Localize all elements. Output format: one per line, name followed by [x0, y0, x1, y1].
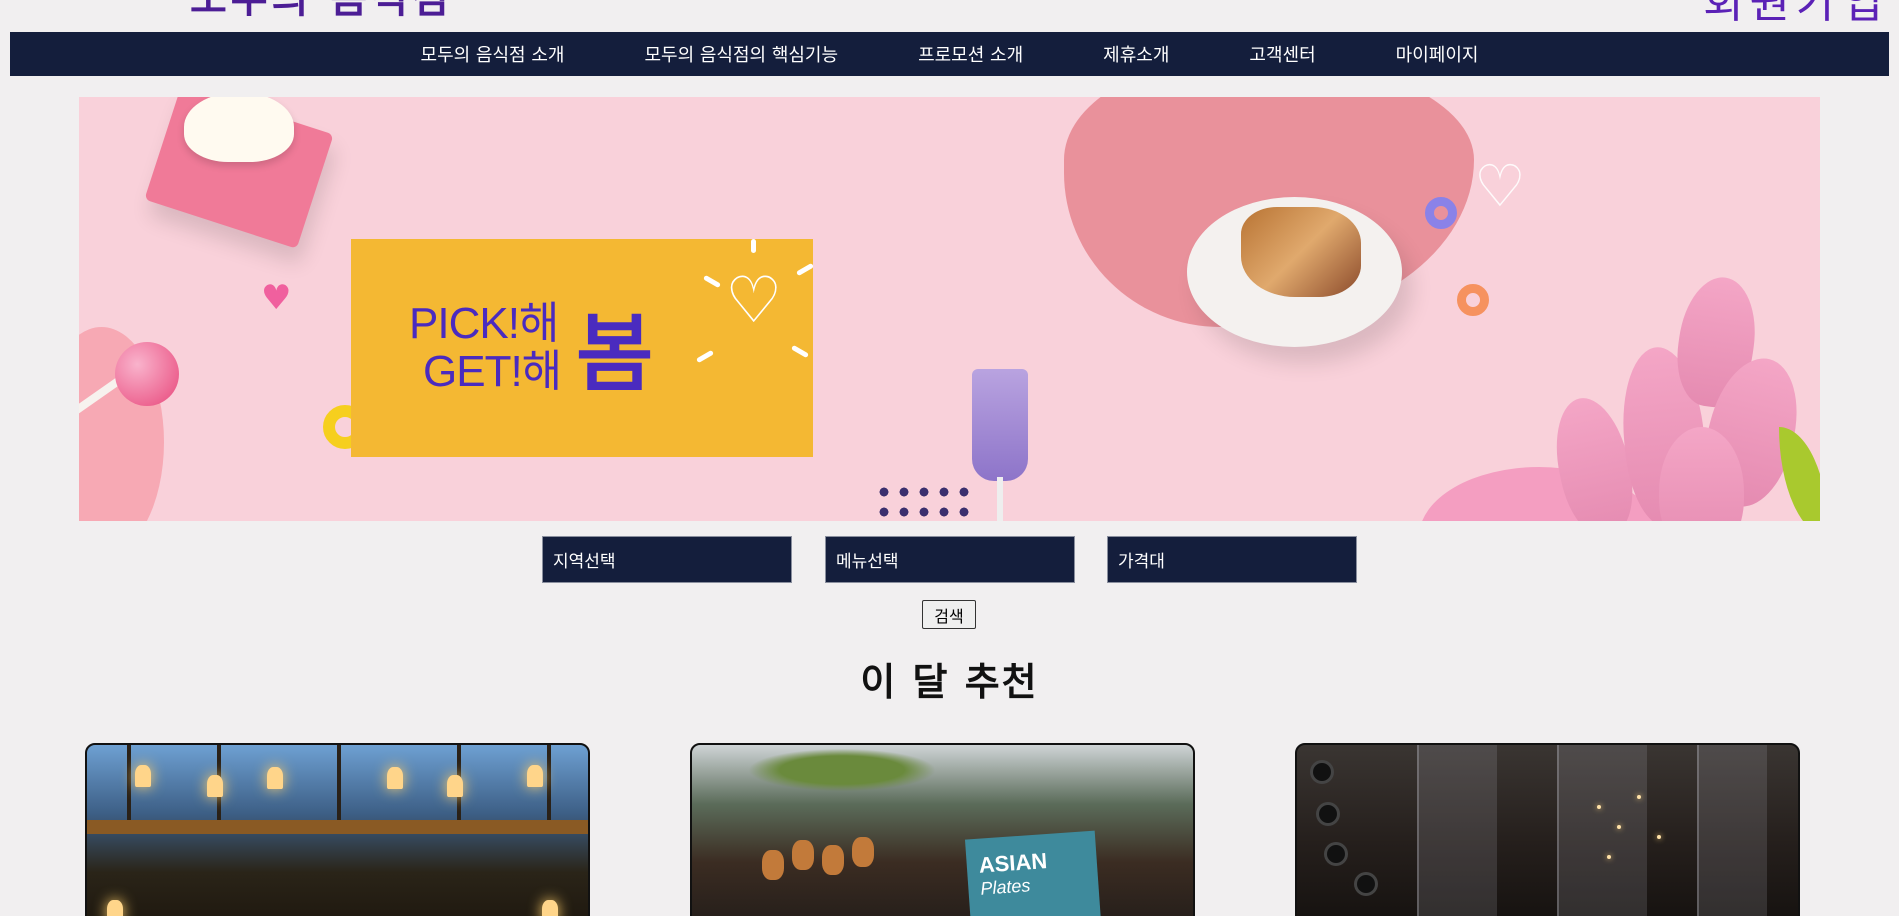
glass-panel: [1557, 745, 1647, 916]
search-button[interactable]: 검색: [922, 600, 976, 629]
nav-item-customer-center[interactable]: 고객센터: [1249, 41, 1315, 67]
main-navbar: 모두의 음식점 소개 모두의 음식점의 핵심기능 프로모션 소개 제휴소개 고객…: [10, 32, 1889, 76]
light-dot: [1597, 805, 1601, 809]
top-header: 모두의 음식점 회원가입: [0, 0, 1899, 28]
site-logo[interactable]: 모두의 음식점: [190, 0, 453, 24]
lamp-image: [542, 900, 558, 916]
asian-plates-sign: ASIAN Plates: [964, 830, 1104, 916]
hanging-plant-image: [732, 745, 952, 795]
glass-panel: [1417, 745, 1497, 916]
lollipop-image: [115, 342, 179, 406]
lamp-image: [527, 765, 543, 787]
recommend-card-3[interactable]: [1295, 743, 1800, 916]
glass-stem: [997, 477, 1003, 521]
light-dot: [1637, 795, 1641, 799]
price-select-label: 가격대: [1118, 552, 1165, 572]
glass-panel: [1697, 745, 1767, 916]
donut-image: [1457, 284, 1489, 316]
smoothie-glass-image: [972, 369, 1028, 481]
lamp-image: [387, 767, 403, 789]
signup-link[interactable]: 회원가입: [1703, 0, 1889, 30]
sun-ray: [751, 239, 756, 253]
sun-ray: [702, 274, 722, 289]
chandelier-image: [87, 820, 588, 834]
price-select[interactable]: 가격대: [1107, 536, 1357, 583]
donut-image: [1425, 197, 1457, 229]
spotlight-image: [1327, 845, 1345, 863]
light-dot: [1657, 835, 1661, 839]
promo-spring-text: 봄: [576, 307, 654, 401]
bread-image: [852, 837, 874, 867]
nav-item-mypage[interactable]: 마이페이지: [1396, 41, 1479, 67]
rod: [127, 745, 131, 825]
nav-item-promotion[interactable]: 프로모션 소개: [918, 41, 1023, 67]
section-title-monthly-pick: 이 달 추천: [860, 660, 1039, 704]
gift-bow-image: [184, 97, 294, 162]
nav-item-core-features[interactable]: 모두의 음식점의 핵심기능: [644, 41, 838, 67]
hero-banner[interactable]: ♥ ♡ PICK!해 GET!해 봄 ♡: [79, 97, 1820, 521]
menu-select-label: 메뉴선택: [836, 552, 899, 572]
leaf-image: [1779, 427, 1820, 521]
lamp-image: [135, 765, 151, 787]
menu-select[interactable]: 메뉴선택: [825, 536, 1075, 583]
recommend-card-1[interactable]: [85, 743, 590, 916]
rod: [337, 745, 341, 825]
sun-ray: [695, 349, 715, 364]
heart-outline-icon: ♡: [1474, 152, 1526, 220]
region-select-label: 지역선택: [553, 552, 616, 572]
spotlight-image: [1357, 875, 1375, 893]
lamp-image: [207, 775, 223, 797]
nav-item-about[interactable]: 모두의 음식점 소개: [421, 41, 565, 67]
region-select[interactable]: 지역선택: [542, 536, 792, 583]
spotlight-image: [1313, 763, 1331, 781]
promo-box: PICK!해 GET!해 봄 ♡: [351, 239, 815, 457]
rod: [547, 745, 551, 825]
heart-icon: ♥: [261, 278, 292, 318]
bread-image: [762, 850, 784, 880]
bread-image: [822, 845, 844, 875]
lamp-image: [267, 767, 283, 789]
sun-heart-icon: ♡: [725, 264, 783, 338]
lamp-image: [107, 900, 123, 916]
nav-item-partnership[interactable]: 제휴소개: [1103, 41, 1169, 67]
berries-image: [874, 482, 974, 521]
recommend-card-2[interactable]: ASIAN Plates: [690, 743, 1195, 916]
french-toast-image: [1241, 207, 1361, 297]
sun-ray: [795, 262, 815, 277]
promo-line-get: GET!해: [423, 347, 562, 396]
sun-ray: [790, 344, 810, 359]
light-dot: [1607, 855, 1611, 859]
bread-image: [792, 840, 814, 870]
light-dot: [1617, 825, 1621, 829]
spotlight-image: [1319, 805, 1337, 823]
lamp-image: [447, 775, 463, 797]
